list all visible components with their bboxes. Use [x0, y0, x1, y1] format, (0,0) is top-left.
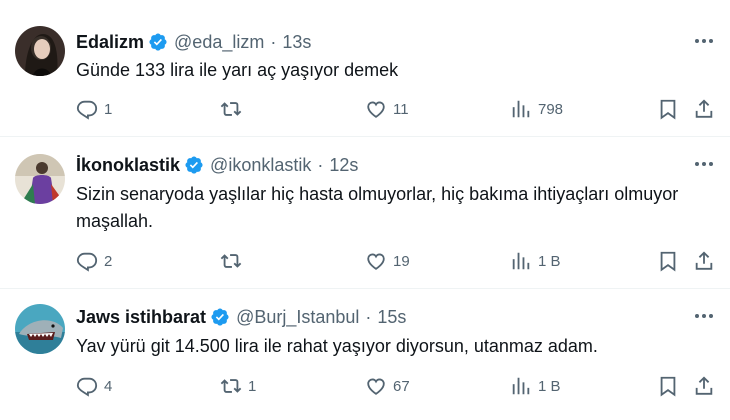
more-icon[interactable] [692, 155, 716, 173]
bookmark-icon [657, 250, 679, 272]
heart-icon [365, 375, 387, 397]
retweet-button[interactable]: 1 [220, 374, 256, 398]
retweet-button[interactable] [220, 249, 248, 273]
like-count: 11 [393, 100, 409, 118]
more-icon[interactable] [692, 307, 716, 325]
timestamp[interactable]: 13s [282, 32, 311, 53]
like-button[interactable]: 19 [365, 249, 410, 273]
views-button[interactable]: 1 B [510, 374, 561, 398]
heart-icon [365, 98, 387, 120]
views-icon [510, 250, 532, 272]
tweet-actions: 2 19 1 B [76, 249, 724, 273]
tweet[interactable]: İkonoklastik @ikonklastik · 12s Sizin se… [0, 137, 730, 289]
like-count: 19 [393, 252, 410, 270]
verified-badge-icon [184, 155, 204, 175]
tweet-actions: 4 1 67 1 B [76, 374, 724, 398]
avatar[interactable] [15, 304, 65, 354]
retweet-count: 1 [248, 377, 257, 395]
share-icon [693, 98, 715, 120]
reply-button[interactable]: 4 [76, 374, 112, 398]
tweet-actions: 1 11 798 [76, 97, 724, 121]
tweet-feed: Edalizm @eda_lizm · 13s Günde 133 lira i… [0, 0, 730, 420]
timestamp[interactable]: 12s [329, 155, 358, 176]
bookmark-button[interactable] [657, 97, 679, 121]
reply-button[interactable]: 1 [76, 97, 112, 121]
views-button[interactable]: 798 [510, 97, 563, 121]
tweet-text: Sizin senaryoda yaşlılar hiç hasta olmuy… [76, 184, 679, 231]
view-count: 1 B [538, 252, 561, 270]
reply-count: 4 [104, 377, 113, 395]
user-handle[interactable]: @Burj_Istanbul [236, 307, 359, 328]
tweet[interactable]: Jaws istihbarat @Burj_Istanbul · 15s Yav… [0, 289, 730, 420]
user-handle[interactable]: @eda_lizm [174, 32, 264, 53]
tweet-header: Jaws istihbarat @Burj_Istanbul · 15s [76, 306, 406, 328]
view-count: 798 [538, 100, 564, 118]
bookmark-icon [657, 98, 679, 120]
separator: · [317, 154, 324, 175]
like-button[interactable]: 67 [365, 374, 410, 398]
retweet-button[interactable] [220, 97, 248, 121]
reply-icon [76, 375, 98, 397]
tweet-header: İkonoklastik @ikonklastik · 12s [76, 154, 358, 176]
more-icon[interactable] [692, 32, 716, 50]
share-button[interactable] [693, 374, 715, 398]
avatar[interactable] [15, 154, 65, 204]
verified-badge-icon [148, 32, 168, 52]
display-name[interactable]: İkonoklastik [76, 155, 180, 176]
user-handle[interactable]: @ikonklastik [210, 155, 311, 176]
avatar[interactable] [15, 26, 65, 76]
views-button[interactable]: 1 B [510, 249, 561, 273]
views-icon [510, 375, 532, 397]
reply-count: 1 [104, 100, 113, 118]
reply-icon [76, 250, 98, 272]
timestamp[interactable]: 15s [377, 307, 406, 328]
tweet[interactable]: Edalizm @eda_lizm · 13s Günde 133 lira i… [0, 0, 730, 137]
bookmark-button[interactable] [657, 249, 679, 273]
separator: · [365, 306, 372, 327]
reply-count: 2 [104, 252, 113, 270]
verified-badge-icon [210, 307, 230, 327]
view-count: 1 B [538, 377, 561, 395]
reply-icon [76, 98, 98, 120]
display-name[interactable]: Jaws istihbarat [76, 307, 206, 328]
tweet-text: Günde 133 lira ile yarı aç yaşıyor demek [76, 60, 399, 80]
retweet-icon [220, 250, 242, 272]
share-icon [693, 375, 715, 397]
like-button[interactable]: 11 [365, 97, 409, 121]
share-icon [693, 250, 715, 272]
retweet-icon [220, 98, 242, 120]
heart-icon [365, 250, 387, 272]
reply-button[interactable]: 2 [76, 249, 112, 273]
share-button[interactable] [693, 249, 715, 273]
separator: · [270, 31, 277, 52]
bookmark-icon [657, 375, 679, 397]
share-button[interactable] [693, 97, 715, 121]
like-count: 67 [393, 377, 410, 395]
retweet-icon [220, 375, 242, 397]
bookmark-button[interactable] [657, 374, 679, 398]
tweet-header: Edalizm @eda_lizm · 13s [76, 31, 311, 53]
views-icon [510, 98, 532, 120]
display-name[interactable]: Edalizm [76, 32, 144, 53]
tweet-text: Yav yürü git 14.500 lira ile rahat yaşıy… [76, 336, 598, 356]
